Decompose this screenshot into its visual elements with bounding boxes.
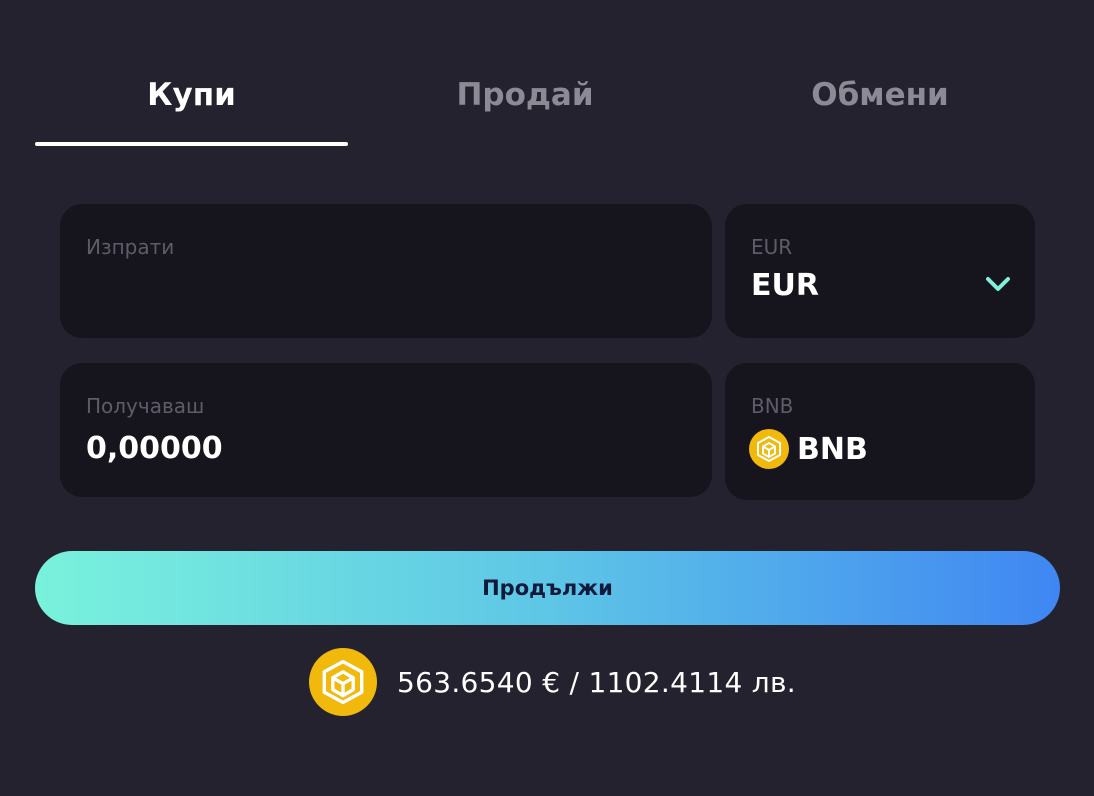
- tab-sell-label: Продай: [456, 77, 594, 113]
- receive-amount-value: 0,00000: [86, 431, 223, 466]
- tab-exchange-label: Обмени: [811, 77, 949, 113]
- receive-currency-value: BNB: [797, 431, 868, 467]
- exchange-rate: 563.6540 € / 1102.4114 лв.: [309, 648, 796, 716]
- receive-currency-label: BNB: [751, 394, 794, 418]
- send-currency-select[interactable]: EUR EUR: [725, 204, 1035, 338]
- tab-buy-label: Купи: [147, 77, 236, 113]
- receive-label: Получаваш: [86, 394, 205, 418]
- buy-sell-widget: Купи Продай Обмени Изпрати EUR EUR Получ…: [0, 0, 1094, 796]
- send-currency-label: EUR: [751, 235, 793, 259]
- chevron-down-icon[interactable]: [983, 272, 1013, 296]
- send-currency-value: EUR: [751, 268, 819, 303]
- tab-exchange[interactable]: Обмени: [725, 62, 1035, 146]
- tab-buy[interactable]: Купи: [35, 62, 348, 146]
- tab-bar: Купи Продай Обмени: [35, 62, 1059, 146]
- exchange-rate-text: 563.6540 € / 1102.4114 лв.: [397, 665, 796, 699]
- receive-currency-select[interactable]: BNB BNB: [725, 363, 1035, 500]
- send-amount-field[interactable]: Изпрати: [60, 204, 712, 338]
- bnb-coin-icon: [309, 648, 377, 716]
- send-label: Изпрати: [86, 235, 175, 259]
- receive-amount-field: Получаваш 0,00000: [60, 363, 712, 497]
- tab-sell[interactable]: Продай: [370, 62, 680, 146]
- continue-button[interactable]: Продължи: [35, 551, 1060, 625]
- bnb-coin-icon: [749, 429, 789, 469]
- continue-button-label: Продължи: [482, 576, 613, 600]
- send-amount-input[interactable]: [86, 270, 666, 310]
- active-tab-indicator: [35, 142, 348, 146]
- receive-currency-row: BNB: [749, 429, 868, 469]
